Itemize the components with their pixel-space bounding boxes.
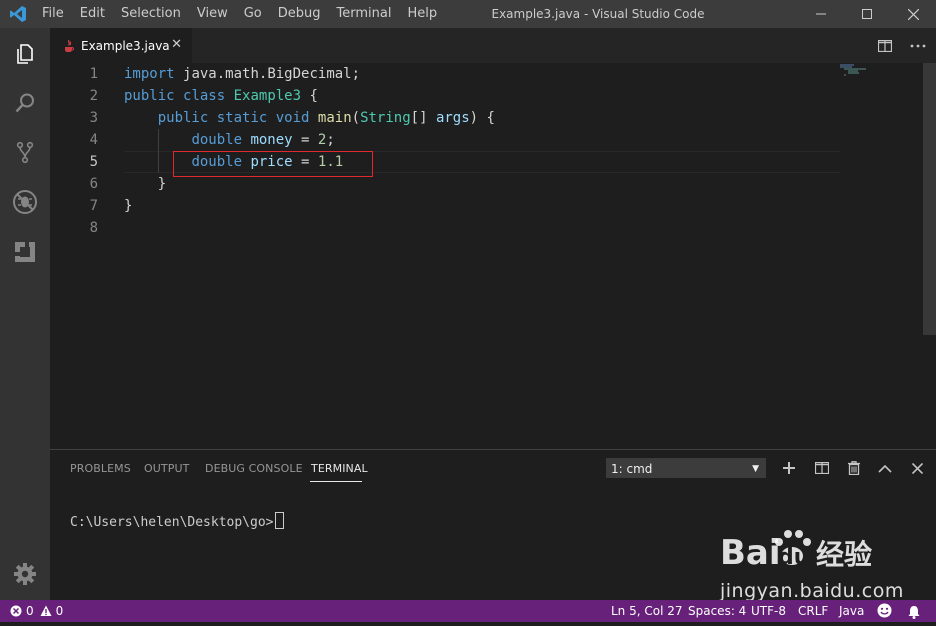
terminal-select-value: 1: cmd: [611, 462, 653, 476]
terminal-select-dropdown[interactable]: 1: cmd ▼: [606, 458, 766, 478]
split-editor-icon: [878, 40, 892, 52]
chevron-down-icon: ▼: [752, 464, 759, 474]
feedback-button[interactable]: [877, 603, 892, 625]
plus-icon: [783, 462, 795, 474]
line-number: 3: [89, 110, 98, 126]
code-line-3: public static void main(String[] args) {: [157, 110, 495, 126]
java-file-icon: [65, 39, 74, 52]
warning-count: 0: [55, 604, 64, 618]
minimize-icon: [816, 13, 826, 15]
more-actions-icon: [910, 44, 926, 48]
window-title: Example3.java - Visual Studio Code: [491, 7, 705, 21]
language-mode[interactable]: Java: [839, 600, 864, 622]
menu-help[interactable]: Help: [399, 0, 445, 28]
search-icon: [15, 93, 34, 113]
status-bar: 0 0 Ln 5, Col 27 Spaces: 4 UTF-8 CRLF Ja…: [0, 600, 936, 622]
vscode-logo-icon: [10, 6, 26, 22]
menu-selection[interactable]: Selection: [113, 0, 189, 28]
source-control-button[interactable]: [0, 128, 50, 176]
more-actions-button[interactable]: [908, 36, 928, 56]
kill-terminal-button[interactable]: [845, 459, 863, 477]
split-editor-button[interactable]: [875, 36, 895, 56]
line-number-active: 5: [89, 154, 98, 170]
warning-icon: [40, 605, 52, 616]
code-line-6: }: [157, 176, 167, 192]
active-tab-indicator: [310, 481, 362, 482]
error-count: 0: [26, 604, 34, 618]
extensions-button[interactable]: [0, 228, 50, 276]
code-line-7: }: [124, 198, 133, 214]
line-number: 1: [89, 66, 98, 82]
split-terminal-icon: [815, 462, 829, 474]
code-line-4: double money = 2;: [191, 132, 335, 148]
menu-edit[interactable]: Edit: [72, 0, 113, 28]
minimap[interactable]: [840, 63, 932, 449]
end-of-line[interactable]: CRLF: [798, 600, 828, 622]
editor-scrollbar-thumb[interactable]: [923, 63, 936, 335]
line-number: 4: [89, 132, 98, 148]
maximize-icon: [862, 9, 872, 19]
tab-problems[interactable]: PROBLEMS: [70, 462, 131, 475]
bell-icon: [908, 606, 920, 619]
terminal-cursor: [274, 512, 284, 529]
chevron-up-icon: [878, 464, 892, 473]
explorer-button[interactable]: [0, 30, 50, 78]
close-icon: [907, 8, 919, 20]
close-panel-button[interactable]: [908, 459, 926, 477]
tab-close-icon[interactable]: ✕: [171, 37, 182, 52]
line-number: 6: [89, 176, 98, 192]
menu-view[interactable]: View: [189, 0, 236, 28]
line-number: 8: [89, 220, 98, 236]
menu-go[interactable]: Go: [236, 0, 270, 28]
code-line-2: public class Example3 {: [124, 88, 318, 104]
highlight-annotation-box: [173, 151, 373, 177]
manage-settings-button[interactable]: [0, 550, 50, 598]
search-button[interactable]: [0, 79, 50, 127]
notifications-button[interactable]: [907, 604, 921, 626]
tab-terminal[interactable]: TERMINAL: [311, 462, 368, 475]
watermark-url: jingyan.baidu.com: [720, 580, 904, 602]
encoding[interactable]: UTF-8: [751, 600, 786, 622]
explorer-icon: [17, 44, 33, 64]
cursor-position[interactable]: Ln 5, Col 27: [611, 600, 683, 622]
menu-debug[interactable]: Debug: [270, 0, 329, 28]
maximize-panel-button[interactable]: [876, 459, 894, 477]
tab-debug-console[interactable]: DEBUG CONSOLE: [205, 462, 303, 475]
line-number: 2: [89, 88, 98, 104]
maximize-button[interactable]: [844, 0, 890, 28]
smiley-icon: [877, 603, 892, 618]
new-terminal-button[interactable]: [780, 459, 798, 477]
tab-example3-java[interactable]: Example3.java ✕: [50, 28, 192, 63]
tab-label: Example3.java: [81, 38, 170, 53]
source-control-icon: [16, 141, 34, 164]
debug-icon: [13, 190, 37, 214]
code-line-1: import java.math.BigDecimal;: [124, 66, 361, 82]
menu-file[interactable]: File: [34, 0, 72, 28]
split-terminal-button[interactable]: [813, 459, 831, 477]
menu-terminal[interactable]: Terminal: [329, 0, 400, 28]
error-icon: [10, 605, 22, 617]
line-number: 7: [89, 198, 98, 214]
close-icon: [911, 462, 923, 474]
minimize-button[interactable]: [798, 0, 844, 28]
extensions-icon: [15, 242, 35, 262]
bottom-panel: PROBLEMS OUTPUT DEBUG CONSOLE TERMINAL 1…: [50, 449, 936, 601]
tab-output[interactable]: OUTPUT: [144, 462, 189, 475]
close-window-button[interactable]: [890, 0, 936, 28]
problems-indicator[interactable]: 0 0: [10, 600, 63, 622]
activity-bar: [0, 28, 50, 600]
code-editor[interactable]: 1 2 3 4 5 6 7 8 import java.math.BigDeci…: [50, 63, 936, 449]
title-bar: File Edit Selection View Go Debug Termin…: [0, 0, 936, 28]
debug-button[interactable]: [0, 178, 50, 226]
terminal-output[interactable]: C:\Users\helen\Desktop\go>: [70, 512, 284, 530]
menu-bar: File Edit Selection View Go Debug Termin…: [34, 0, 445, 28]
editor-tab-strip: Example3.java ✕: [50, 28, 936, 63]
trash-icon: [848, 461, 860, 475]
terminal-prompt: C:\Users\helen\Desktop\go>: [70, 515, 274, 530]
settings-gear-icon: [14, 563, 36, 585]
indentation[interactable]: Spaces: 4: [688, 600, 746, 622]
